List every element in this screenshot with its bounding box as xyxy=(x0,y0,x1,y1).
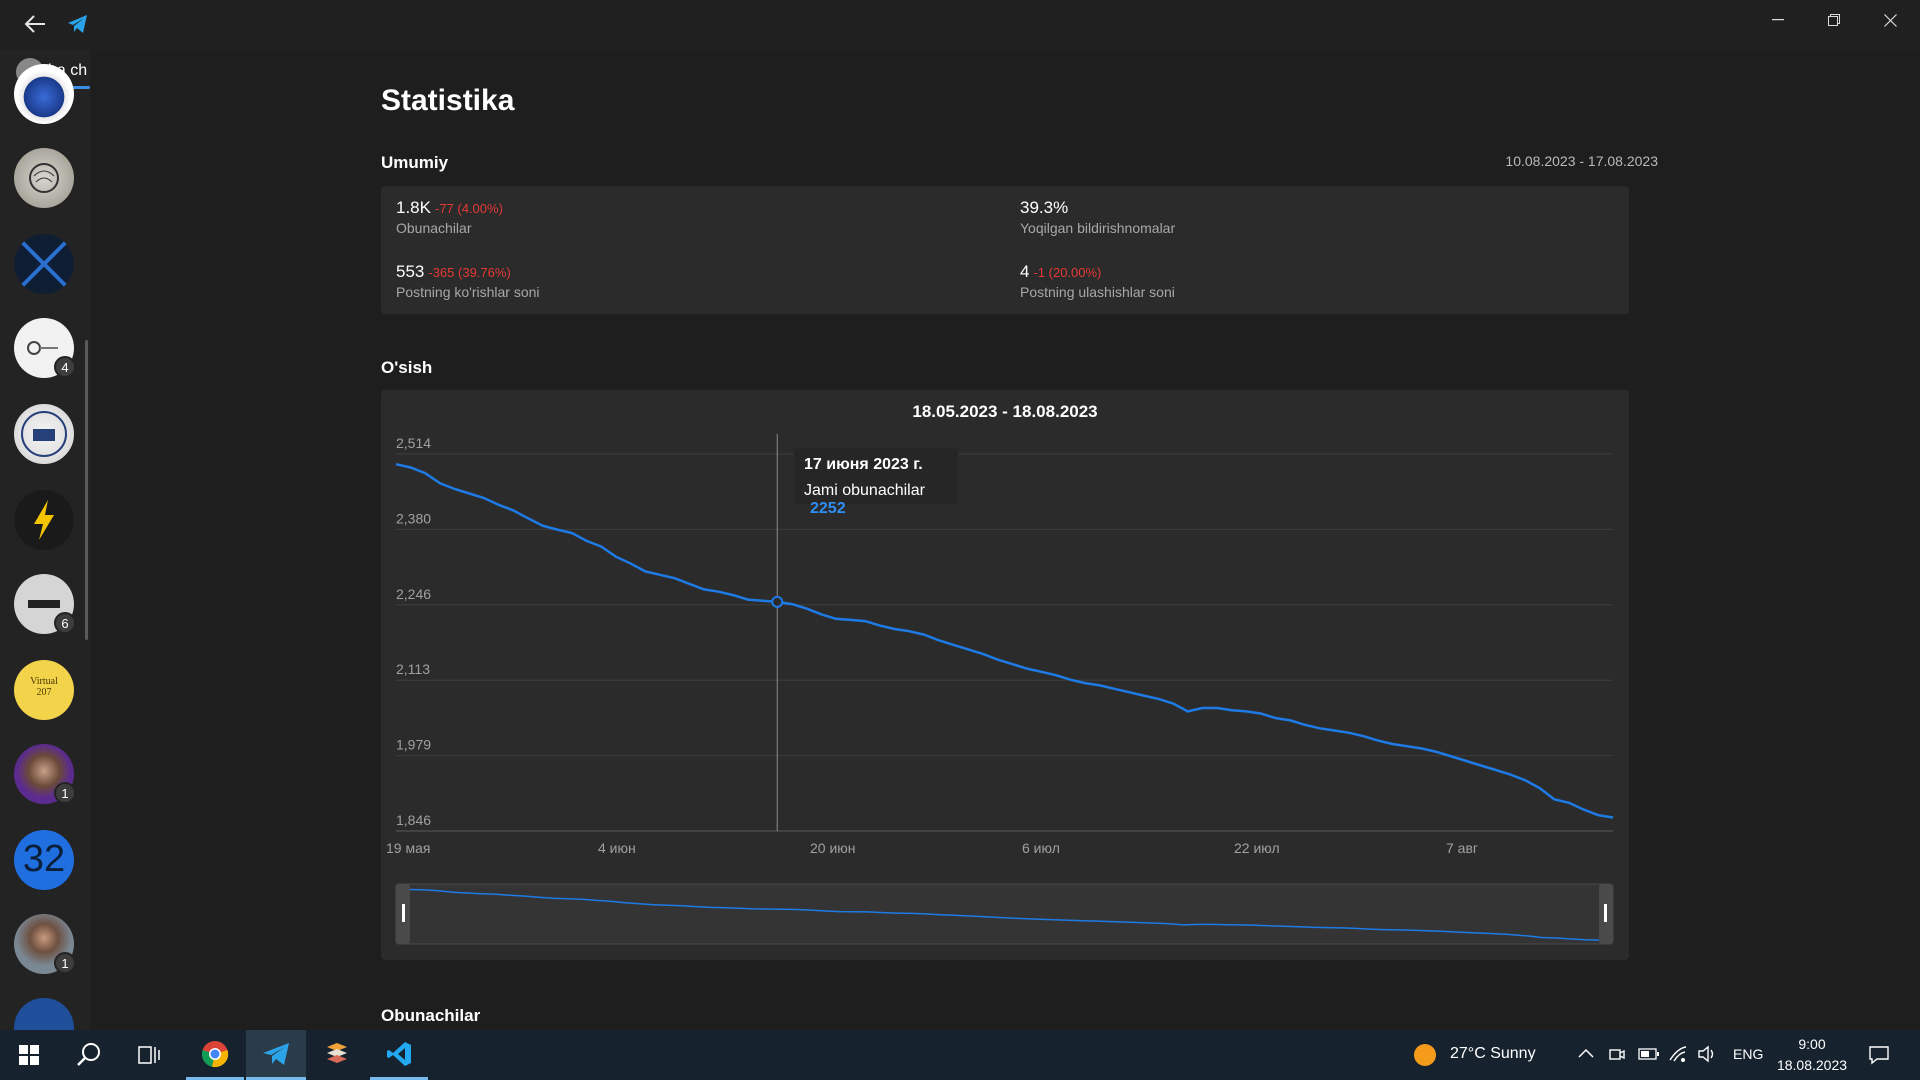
page-title: Statistika xyxy=(381,84,515,117)
navigator-left-grip xyxy=(402,904,405,922)
stat-notifications: 39.3% Yoqilgan bildirishnomalar xyxy=(1020,198,1175,236)
restore-button[interactable] xyxy=(1806,0,1862,40)
y-tick-label: 2,514 xyxy=(396,435,431,451)
chat-8-number: 207 xyxy=(36,687,52,698)
weather-text[interactable]: 27°C Sunny xyxy=(1450,1045,1536,1063)
navigator-right-grip xyxy=(1604,904,1607,922)
volume-icon[interactable] xyxy=(1697,1045,1717,1068)
chat-sidebar: ha ch 4 6 Virtual 207 1 32 1 xyxy=(0,50,90,1030)
chat-avatar-12[interactable] xyxy=(14,998,74,1030)
stat-delta: -1 (20.00%) xyxy=(1033,265,1102,280)
clock-date[interactable]: 18.08.2023 xyxy=(1774,1057,1850,1073)
x-tick-label: 22 июл xyxy=(1234,840,1280,856)
language-indicator[interactable]: ENG xyxy=(1733,1046,1763,1062)
overview-card: 1.8K -77 (4.00%) Obunachilar 39.3% Yoqilg… xyxy=(381,186,1629,314)
meet-now-icon[interactable] xyxy=(1608,1045,1626,1068)
chat-avatar-1[interactable] xyxy=(14,64,74,124)
stat-delta: -77 (4.00%) xyxy=(434,201,503,216)
chat-avatar-2[interactable] xyxy=(14,148,74,208)
stat-label: Postning ko'rishlar soni xyxy=(396,284,540,300)
y-tick-label: 2,246 xyxy=(396,586,431,602)
notifications-icon[interactable] xyxy=(1868,1044,1890,1071)
telegram-logo-icon xyxy=(66,12,90,36)
chat-8-text: Virtual xyxy=(30,676,58,687)
hover-point xyxy=(771,595,784,608)
unread-badge: 6 xyxy=(54,612,76,634)
layers-app-icon[interactable] xyxy=(308,1030,366,1080)
growth-title: O'sish xyxy=(381,358,433,377)
chat-avatar-5[interactable] xyxy=(14,404,74,464)
stat-label: Postning ulashishlar soni xyxy=(1020,284,1175,300)
back-arrow-icon[interactable] xyxy=(20,11,50,37)
y-tick-label: 1,846 xyxy=(396,812,431,828)
stat-delta: -365 (39.76%) xyxy=(428,265,511,280)
stat-value: 4 xyxy=(1020,262,1030,281)
title-bar xyxy=(0,0,1920,50)
y-tick-label: 2,380 xyxy=(396,510,431,526)
task-view-icon[interactable] xyxy=(120,1030,178,1080)
tooltip-label: Jami obunachilar xyxy=(804,482,925,499)
x-tick-label: 6 июл xyxy=(1022,840,1060,856)
unread-badge: 1 xyxy=(54,782,76,804)
tooltip-date: 17 июня 2023 г. xyxy=(804,456,923,473)
overview-date-range: 10.08.2023 - 17.08.2023 xyxy=(1505,153,1658,169)
unread-badge: 1 xyxy=(54,952,76,974)
tooltip-value: 2252 xyxy=(810,500,846,517)
unread-badge: 4 xyxy=(54,356,76,378)
chat-avatar-10[interactable]: 32 xyxy=(14,830,74,890)
chart-tooltip: 17 июня 2023 г. Jami obunachilar 2252 xyxy=(794,448,958,517)
stat-subscribers: 1.8K -77 (4.00%) Obunachilar xyxy=(396,198,503,236)
x-tick-label: 19 мая xyxy=(386,840,430,856)
tray-chevron-icon[interactable] xyxy=(1578,1046,1594,1064)
weather-icon[interactable] xyxy=(1414,1044,1436,1066)
clock-time[interactable]: 9:00 xyxy=(1776,1036,1848,1052)
overview-title: Umumiy xyxy=(381,153,449,172)
chat-avatar-6[interactable] xyxy=(14,490,74,550)
chat-avatar-8[interactable]: Virtual 207 xyxy=(14,660,74,720)
stat-shares: 4 -1 (20.00%) Postning ulashishlar soni xyxy=(1020,262,1175,300)
search-icon[interactable] xyxy=(60,1030,118,1080)
chat-avatar-3[interactable] xyxy=(14,234,74,294)
start-button[interactable] xyxy=(0,1030,58,1080)
growth-chart[interactable]: 2,514 2,380 2,246 2,113 1,979 1,846 19 мая 4 и… xyxy=(381,390,1629,960)
sidebar-scrollbar[interactable] xyxy=(85,340,88,640)
tooltip-row: Jami obunachilar 2252 xyxy=(804,482,948,518)
chat-10-text: 32 xyxy=(22,838,66,880)
battery-icon[interactable] xyxy=(1638,1047,1660,1066)
x-tick-label: 20 июн xyxy=(810,840,856,856)
navigator-window xyxy=(395,883,1614,945)
stat-views: 553 -365 (39.76%) Postning ko'rishlar son… xyxy=(396,262,540,300)
vscode-taskbar-icon[interactable] xyxy=(370,1030,428,1080)
x-tick-label: 7 авг xyxy=(1446,840,1478,856)
stat-value: 1.8K xyxy=(396,198,431,217)
y-tick-label: 2,113 xyxy=(396,661,430,677)
y-tick-label: 1,979 xyxy=(396,737,431,753)
stat-label: Obunachilar xyxy=(396,220,472,236)
close-button[interactable] xyxy=(1862,0,1918,40)
chrome-taskbar-icon[interactable] xyxy=(186,1030,244,1080)
stat-value: 553 xyxy=(396,262,425,281)
subscribers-title: Obunachilar xyxy=(381,1006,481,1025)
taskbar: 27°C Sunny ENG 9:00 18.08.2023 xyxy=(0,1030,1920,1080)
growth-chart-card: 18.05.2023 - 18.08.2023 2,514 2,380 2,246 2… xyxy=(381,390,1629,960)
telegram-taskbar-icon[interactable] xyxy=(246,1030,306,1080)
series-line xyxy=(395,462,1614,819)
statistics-panel: Statistika Umumiy 10.08.2023 - 17.08.202… xyxy=(90,50,1920,1030)
range-navigator xyxy=(395,883,1614,945)
minimize-button[interactable] xyxy=(1750,0,1806,40)
stat-value: 39.3% xyxy=(1020,198,1069,217)
x-tick-label: 4 июн xyxy=(598,840,636,856)
wifi-icon[interactable] xyxy=(1668,1045,1688,1068)
stat-label: Yoqilgan bildirishnomalar xyxy=(1020,220,1176,236)
